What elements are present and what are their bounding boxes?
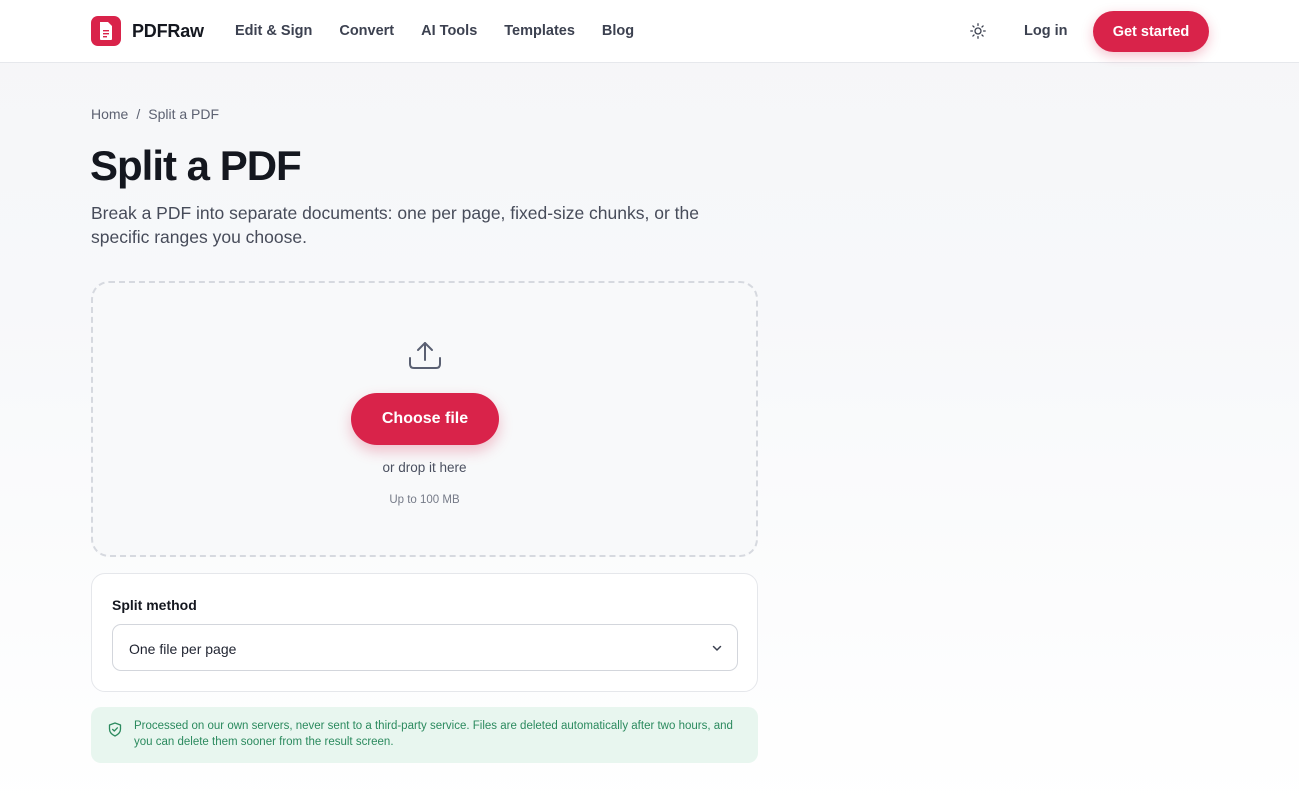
breadcrumb-separator: / [136, 106, 141, 122]
breadcrumb-home-link[interactable]: Home [91, 106, 128, 122]
nav-item-edit-sign[interactable]: Edit & Sign [235, 22, 312, 40]
split-method-label: Split method [112, 597, 197, 613]
theme-toggle-button[interactable] [967, 20, 989, 42]
shield-check-icon [108, 722, 122, 737]
privacy-notice-text: Processed on our own servers, never sent… [134, 720, 733, 748]
choose-file-button[interactable]: Choose file [351, 393, 499, 445]
breadcrumb-current: Split a PDF [148, 106, 220, 122]
top-header: PDFRaw Edit & Sign Convert AI Tools Temp… [0, 0, 1299, 63]
login-link[interactable]: Log in [1024, 22, 1068, 40]
brand-logo-link[interactable]: PDFRaw [91, 16, 204, 46]
split-method-select[interactable]: One file per page [112, 624, 738, 671]
nav-item-blog[interactable]: Blog [602, 22, 634, 40]
split-method-selected-value: One file per page [129, 641, 237, 657]
chevron-down-icon [712, 645, 722, 651]
get-started-button[interactable]: Get started [1093, 11, 1209, 52]
page-title: Split a PDF [90, 142, 302, 189]
breadcrumb: Home / Split a PDF [91, 106, 219, 122]
upload-icon [409, 342, 441, 369]
nav-item-templates[interactable]: Templates [504, 22, 575, 40]
sun-icon [970, 23, 986, 39]
split-method-card: Split method One file per page [91, 573, 758, 692]
main-nav: Edit & Sign Convert AI Tools Templates B… [235, 22, 661, 40]
file-size-limit-text: Up to 100 MB [389, 494, 460, 506]
brand-name: PDFRaw [132, 20, 204, 41]
nav-item-convert[interactable]: Convert [339, 22, 394, 40]
privacy-notice: Processed on our own servers, never sent… [91, 707, 758, 763]
page-subtitle: Break a PDF into separate documents: one… [91, 203, 699, 247]
drop-hint-text: or drop it here [382, 460, 467, 475]
file-dropzone[interactable]: Choose file or drop it here Up to 100 MB [91, 281, 758, 557]
nav-item-ai-tools[interactable]: AI Tools [421, 22, 477, 40]
document-logo-icon [91, 16, 121, 46]
